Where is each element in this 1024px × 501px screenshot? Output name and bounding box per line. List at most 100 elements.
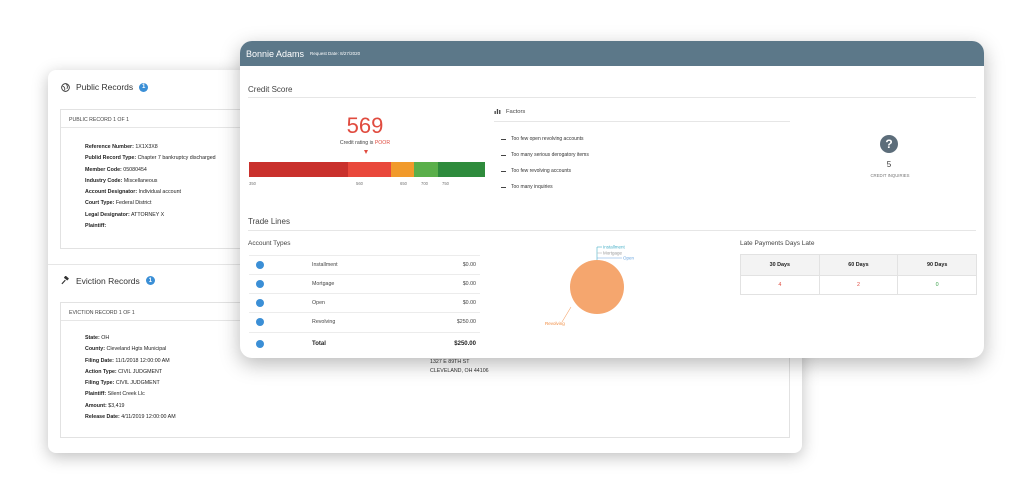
record-field: Plaintiff: Silent Creek Llc (85, 389, 789, 400)
account-label: Mortgage (312, 281, 335, 287)
account-label: Installment (312, 262, 338, 268)
dash-icon (501, 186, 506, 188)
screenshot-stage: Public Records 1 PUBLIC RECORD 1 OF 1 Re… (0, 0, 1024, 501)
divider (494, 121, 790, 122)
scale-segment (348, 162, 391, 177)
account-types-title: Account Types (248, 240, 291, 247)
account-row[interactable]: Open $0.00 (249, 293, 480, 312)
account-label: Revolving (312, 319, 336, 325)
field-label: Filing Date: (85, 357, 114, 364)
info-dot-icon (256, 318, 264, 326)
field-value: ATTORNEY X (130, 211, 165, 218)
eviction-records-title: Eviction Records (76, 275, 140, 286)
dash-icon (501, 138, 506, 140)
credit-score-value: 569 (346, 113, 384, 138)
address-line: CLEVELAND, OH 44106 (430, 367, 489, 374)
globe-icon (60, 82, 70, 92)
late-header-90: 90 Days (897, 254, 977, 276)
field-label: Plaintiff: (85, 223, 107, 230)
field-label: Filing Type: (85, 380, 115, 387)
late-header-60: 60 Days (818, 254, 899, 276)
field-value: 11/1/2018 12:00:00 AM (115, 357, 170, 364)
scale-tick: 350 (249, 181, 256, 186)
field-value: Chapter 7 bankruptcy discharged (137, 155, 216, 162)
rating-prefix: Credit rating is (339, 140, 374, 146)
credit-score-title: Credit Score (248, 85, 293, 94)
info-dot-icon (256, 339, 264, 348)
dash-icon (501, 170, 506, 172)
field-value: 4/11/2019 12:00:00 AM (121, 414, 176, 421)
field-label: Industry Code: (85, 177, 123, 184)
total-label: Total (312, 340, 326, 347)
inquiries-label: CREDIT INQUIRIES (870, 173, 910, 178)
question-icon[interactable]: ? (880, 135, 898, 153)
dash-icon (501, 154, 506, 156)
factor-item: Too many inquiries (501, 184, 553, 190)
scale-tick: 750 (442, 181, 449, 186)
field-value: Individual account (138, 189, 181, 196)
record-field: Amount: $3,419 (85, 401, 789, 412)
inquiries-count: 5 (886, 160, 892, 169)
field-label: Member Code: (85, 166, 122, 173)
account-amount: $0.00 (462, 262, 476, 268)
field-value: Federal District (115, 200, 152, 207)
late-value-90: 0 (897, 275, 977, 295)
late-payments-table: 30 Days 60 Days 90 Days 4 2 0 (740, 254, 977, 295)
score-pointer-icon (364, 150, 368, 154)
report-header: Bonnie Adams Request Date: 8/27/2020 (240, 41, 984, 66)
factors-title: Factors (506, 109, 526, 115)
divider (248, 230, 976, 231)
field-label: Action Type: (85, 368, 117, 375)
field-label: Reference Number: (85, 144, 134, 150)
account-label: Open (312, 300, 325, 306)
factor-text: Too many serious derogatory items (511, 152, 589, 158)
field-value: CIVIL JUDGMENT (118, 368, 163, 375)
info-badge[interactable]: 1 (139, 82, 149, 92)
eviction-address: 1327 E 89TH ST CLEVELAND, OH 44106 (430, 358, 489, 375)
request-date: Request Date: 8/27/2020 (310, 51, 361, 56)
factor-item: Too many serious derogatory items (501, 152, 589, 158)
info-dot-icon (256, 280, 264, 288)
info-dot-icon (256, 299, 264, 307)
info-dot-icon (256, 261, 264, 269)
late-header-30: 30 Days (740, 254, 820, 276)
account-amount: $250.00 (456, 319, 476, 325)
pie-slice-revolving (570, 260, 624, 314)
field-value: Cleveland Hgts Municipal (106, 346, 167, 353)
field-label: State: (85, 335, 100, 341)
scale-segment (249, 162, 349, 177)
field-label: Plaintiff: (85, 391, 107, 398)
field-value: CIVIL JUDGMENT (115, 380, 160, 387)
leader-line (561, 306, 572, 323)
field-value: 05080454 (123, 166, 147, 173)
pie-label: Installment (603, 245, 626, 250)
field-label: Court Type: (85, 200, 115, 207)
score-scale-bar (249, 162, 485, 177)
account-row[interactable]: Installment $0.00 (249, 255, 480, 274)
field-value: Silent Creek Llc (107, 391, 145, 398)
factor-text: Too many inquiries (511, 184, 553, 190)
field-label: Account Designator: (85, 189, 138, 196)
account-types-pie-chart: Installment Mortgage Open Revolving (545, 245, 635, 327)
info-badge[interactable]: 1 (145, 276, 155, 285)
record-field: Filing Type: CIVIL JUDGMENT (85, 378, 789, 389)
account-total-row: Total $250.00 (249, 332, 480, 354)
factor-item: Too few open revolving accounts (501, 136, 584, 142)
credit-rating: Credit rating is POOR (335, 140, 395, 146)
account-row[interactable]: Revolving $250.00 (249, 312, 480, 331)
trade-lines-title: Trade Lines (248, 217, 290, 226)
field-label: Publid Record Type: (85, 155, 137, 162)
field-label: Legal Designator: (85, 211, 130, 218)
field-label: Release Date: (85, 414, 120, 421)
scale-segment (437, 162, 485, 177)
bar-chart-icon (494, 108, 501, 116)
field-value: 1X1X3X8 (135, 144, 158, 150)
scale-segment (390, 162, 415, 177)
scale-segment (414, 162, 438, 177)
account-amount: $0.00 (462, 300, 476, 306)
account-row[interactable]: Mortgage $0.00 (249, 274, 480, 293)
factor-item: Too few revolving accounts (501, 168, 571, 174)
rating-value: POOR (374, 140, 391, 146)
pie-label: Open (623, 256, 635, 261)
scale-tick: 650 (400, 181, 407, 186)
